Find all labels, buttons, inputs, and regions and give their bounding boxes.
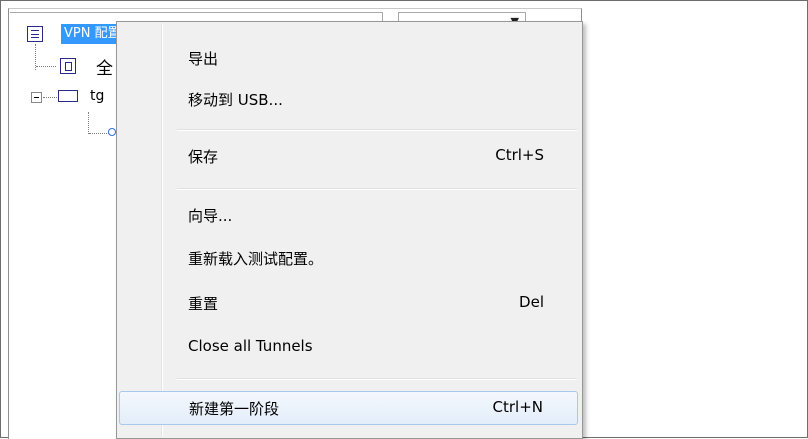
menu-item-label: 保存 xyxy=(188,148,219,166)
menu-separator xyxy=(177,129,577,131)
menu-item-close-all-tunnels[interactable]: Close all Tunnels xyxy=(119,333,578,361)
global-settings-icon xyxy=(60,58,76,74)
menu-item-label: 移动到 USB... xyxy=(188,91,283,109)
menu-item-export[interactable]: 导出 xyxy=(119,44,578,72)
menu-item-label: 导出 xyxy=(188,50,219,68)
menu-separator xyxy=(177,378,577,380)
menu-item-save[interactable]: 保存 Ctrl+S xyxy=(119,142,578,170)
menu-item-label: 向导... xyxy=(188,207,233,225)
tree-child-label[interactable]: tg xyxy=(90,88,104,104)
menu-separator xyxy=(177,188,577,190)
menu-item-label: 新建第一阶段 xyxy=(189,400,280,418)
menu-item-label: Close all Tunnels xyxy=(188,337,313,355)
context-menu: 导出 移动到 USB... 保存 Ctrl+S 向导... 重新载入测试配置。 … xyxy=(116,21,583,439)
menu-item-shortcut: Ctrl+S xyxy=(495,146,544,164)
menu-item-new-phase1[interactable]: 新建第一阶段 Ctrl+N xyxy=(119,391,578,425)
menu-item-wizard[interactable]: 向导... xyxy=(119,201,578,229)
collapse-icon[interactable] xyxy=(31,92,42,103)
tree-root-label[interactable]: VPN 配置 xyxy=(61,24,122,44)
tree-connector xyxy=(88,112,89,134)
phase-node-icon xyxy=(108,128,116,136)
tree-connector xyxy=(89,133,109,134)
menu-item-move-to-usb[interactable]: 移动到 USB... xyxy=(119,85,578,113)
config-root-icon xyxy=(27,26,43,42)
tunnel-connection-icon xyxy=(58,90,78,102)
menu-item-label: 重新载入测试配置。 xyxy=(188,250,324,268)
tree-child-label[interactable]: 全 xyxy=(96,54,113,79)
menu-item-reset[interactable]: 重置 Del xyxy=(119,289,578,317)
menu-item-reload-test-config[interactable]: 重新载入测试配置。 xyxy=(119,244,578,272)
tree-connector xyxy=(43,97,57,98)
tree-connector xyxy=(36,66,56,67)
menu-item-shortcut: Del xyxy=(519,293,544,311)
menu-item-label: 重置 xyxy=(188,295,219,313)
menu-item-shortcut: Ctrl+N xyxy=(492,398,543,416)
